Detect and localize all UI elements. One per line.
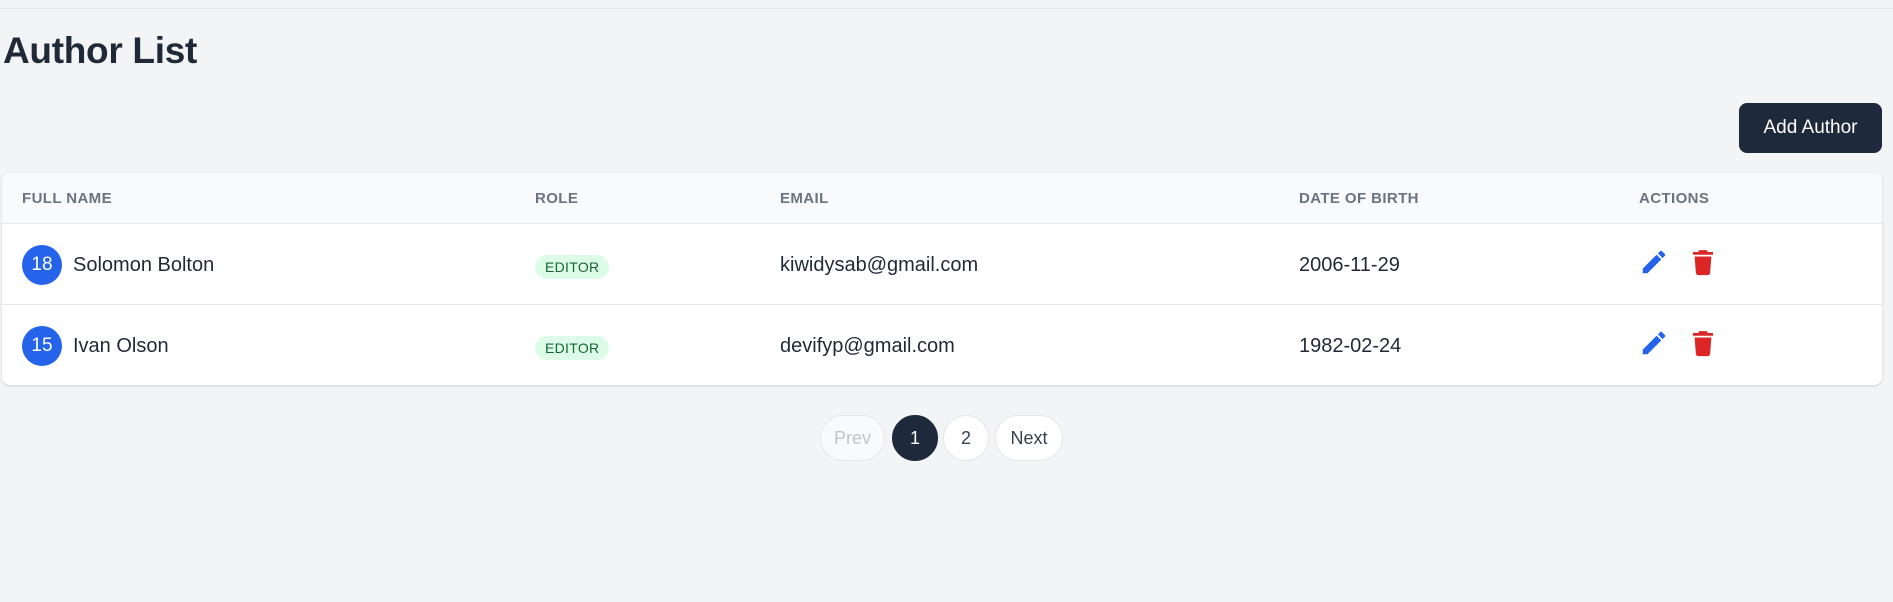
author-dob: 1982-02-24	[1299, 335, 1402, 357]
header-email[interactable]: EMAIL	[780, 190, 829, 207]
trash-icon	[1693, 250, 1713, 276]
prev-page-button[interactable]: Prev	[820, 415, 885, 461]
add-author-button[interactable]: Add Author	[1739, 103, 1882, 153]
next-page-button[interactable]: Next	[995, 415, 1063, 461]
header-actions: ACTIONS	[1639, 190, 1710, 207]
author-email: kiwidysab@gmail.com	[780, 254, 979, 276]
edit-button[interactable]	[1639, 328, 1669, 358]
role-badge: EDITOR	[535, 255, 610, 279]
author-table: FULL NAME ROLE EMAIL DATE OF BIRTH ACTIO…	[2, 173, 1882, 385]
author-name: Ivan Olson	[73, 335, 169, 357]
header-date-of-birth[interactable]: DATE OF BIRTH	[1299, 190, 1419, 207]
delete-button[interactable]	[1688, 247, 1718, 277]
role-badge: EDITOR	[535, 336, 610, 360]
delete-button[interactable]	[1688, 328, 1718, 358]
table-row: 15 Ivan Olson EDITOR devifyp@gmail.com 1…	[2, 305, 1882, 385]
edit-button[interactable]	[1639, 247, 1669, 277]
avatar: 18	[22, 245, 62, 285]
top-divider	[0, 8, 1893, 9]
author-name: Solomon Bolton	[73, 254, 215, 276]
header-full-name[interactable]: FULL NAME	[22, 190, 112, 207]
page-2-button[interactable]: 2	[943, 415, 989, 461]
avatar: 15	[22, 326, 62, 366]
table-row: 18 Solomon Bolton EDITOR kiwidysab@gmail…	[2, 224, 1882, 305]
trash-icon	[1693, 331, 1713, 357]
pencil-icon	[1642, 331, 1666, 355]
pencil-icon	[1642, 250, 1666, 274]
author-dob: 2006-11-29	[1299, 254, 1400, 276]
author-email: devifyp@gmail.com	[780, 335, 955, 357]
page-title: Author List	[3, 30, 198, 71]
header-role[interactable]: ROLE	[535, 190, 578, 207]
page-1-button[interactable]: 1	[892, 415, 938, 461]
table-header: FULL NAME ROLE EMAIL DATE OF BIRTH ACTIO…	[2, 173, 1882, 224]
